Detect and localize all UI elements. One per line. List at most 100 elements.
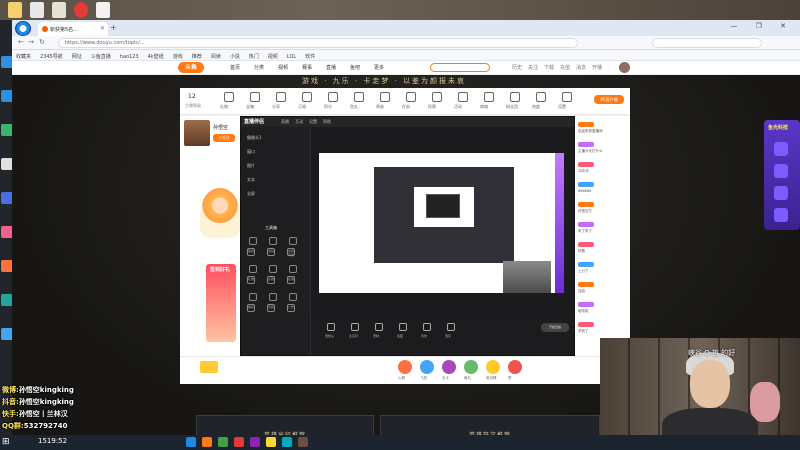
bookmark-item[interactable]: 热门 <box>249 54 259 60</box>
toolbar-icon[interactable] <box>224 92 234 102</box>
desktop-app-icon[interactable] <box>30 2 44 18</box>
bookmark-item[interactable]: 软件 <box>305 54 315 60</box>
site-nav-item[interactable]: 分类 <box>254 64 264 71</box>
taskbar-app-icon[interactable] <box>266 437 276 447</box>
bottom-tool-icon[interactable] <box>399 323 407 331</box>
new-tab-icon[interactable]: + <box>110 23 117 32</box>
refresh-icon[interactable]: ↻ <box>39 38 45 46</box>
taskbar-app-icon[interactable] <box>282 437 292 447</box>
site-nav-item[interactable]: 赛事 <box>302 64 312 71</box>
source-item[interactable]: 摄像头1 <box>247 135 262 141</box>
bookmark-item[interactable]: 4k壁纸 <box>148 54 164 60</box>
taskbar-app-icon[interactable] <box>186 437 196 447</box>
bookmark-item[interactable]: 斗鱼直播 <box>91 54 111 60</box>
anchor-avatar[interactable] <box>184 120 210 146</box>
bookmark-item[interactable]: 小说 <box>230 54 240 60</box>
taskbar-app-icon[interactable] <box>298 437 308 447</box>
desktop-app-icon[interactable] <box>52 2 66 18</box>
browser-tab[interactable]: 斩获第5名... ✕ <box>38 22 108 36</box>
site-nav-item[interactable]: 更多 <box>374 64 384 71</box>
toolbar-icon[interactable] <box>302 92 312 102</box>
toolbar-icon[interactable] <box>458 92 468 102</box>
header-icon-label[interactable]: 消息 <box>576 64 586 71</box>
site-nav-item[interactable]: 视频 <box>278 64 288 71</box>
bottom-tool-icon[interactable] <box>423 323 431 331</box>
header-icon-label[interactable]: 下载 <box>544 64 554 71</box>
activity-icon[interactable] <box>774 142 788 156</box>
inner-menu-item[interactable]: 设置 <box>309 119 317 125</box>
window-controls[interactable]: — ❐ ✕ <box>730 22 794 30</box>
gift-icon[interactable] <box>464 360 478 374</box>
toolbar-icon[interactable] <box>354 92 364 102</box>
gift-icon[interactable] <box>398 360 412 374</box>
forward-icon[interactable]: → <box>28 38 34 46</box>
gift-icon[interactable] <box>420 360 434 374</box>
bottom-tool-icon[interactable] <box>327 323 335 331</box>
bookmark-item[interactable]: 2345导航 <box>40 54 63 60</box>
mascot-image[interactable] <box>200 188 240 238</box>
checkin-gift-card[interactable]: 签到好礼 <box>206 264 236 342</box>
site-search-input[interactable] <box>430 63 490 72</box>
activity-icon[interactable] <box>774 208 788 222</box>
pc-client-button[interactable]: PC客户端 <box>594 95 624 104</box>
header-icon-label[interactable]: 关注 <box>528 64 538 71</box>
tool-icon[interactable] <box>249 293 257 301</box>
tool-icon[interactable] <box>269 265 277 273</box>
start-icon[interactable]: ⊞ <box>2 437 14 448</box>
taskbar-app-icon[interactable] <box>202 437 212 447</box>
back-icon[interactable]: ← <box>18 38 24 46</box>
toolbar-icon[interactable] <box>250 92 260 102</box>
header-icon-label[interactable]: 开播 <box>592 64 602 71</box>
toolbar-icon[interactable] <box>406 92 416 102</box>
desktop-app-icon[interactable] <box>96 2 110 18</box>
tool-icon[interactable] <box>269 237 277 245</box>
desktop-app-icon[interactable] <box>8 2 22 18</box>
source-item[interactable]: 图片 <box>247 163 255 169</box>
toolbar-icon[interactable] <box>536 92 546 102</box>
activity-strip[interactable]: 鱼光科技 <box>764 120 800 230</box>
anchor-name[interactable]: 孙悟空 <box>213 124 228 131</box>
toolbar-icon[interactable] <box>562 92 572 102</box>
tool-icon[interactable] <box>289 237 297 245</box>
source-item[interactable]: 文本 <box>247 177 255 183</box>
tool-icon[interactable] <box>289 265 297 273</box>
bookmark-item[interactable]: 网址 <box>72 54 82 60</box>
bookmark-item[interactable]: 推荐 <box>192 54 202 60</box>
tool-icon[interactable] <box>289 293 297 301</box>
source-item[interactable]: 全屏 <box>247 191 255 197</box>
source-item[interactable]: 窗口 <box>247 149 255 155</box>
toolbar-icon[interactable] <box>484 92 494 102</box>
gift-icon[interactable] <box>442 360 456 374</box>
bookmark-item[interactable]: LOL <box>287 54 296 60</box>
inner-menu-item[interactable]: 互动 <box>295 119 303 125</box>
close-tab-icon[interactable]: ✕ <box>100 25 105 32</box>
stream-video[interactable]: 直播伴侣 直播 互动 设置 帮助 摄像头1 窗口 图片 文本 全屏 工具箱 美颜 滤镜 虚拟背景礼… <box>240 116 575 356</box>
activity-icon[interactable] <box>774 186 788 200</box>
inner-menu-item[interactable]: 帮助 <box>323 119 331 125</box>
header-icon-label[interactable]: 历史 <box>512 64 522 71</box>
toolbar-icon[interactable] <box>276 92 286 102</box>
browser-logo-icon[interactable] <box>15 21 31 36</box>
gift-icon[interactable] <box>486 360 500 374</box>
toolbar-icon[interactable] <box>510 92 520 102</box>
inner-menu-item[interactable]: 直播 <box>281 119 289 125</box>
bookmark-item[interactable]: 收藏夹 <box>16 54 31 60</box>
taskbar-app-icon[interactable] <box>218 437 228 447</box>
bottom-tool-icon[interactable] <box>351 323 359 331</box>
bottom-tool-icon[interactable] <box>375 323 383 331</box>
user-avatar[interactable] <box>619 62 630 73</box>
gift-icon[interactable] <box>508 360 522 374</box>
tool-icon[interactable] <box>249 237 257 245</box>
taskbar-app-icon[interactable] <box>234 437 244 447</box>
toolbar-icon[interactable] <box>432 92 442 102</box>
follow-button[interactable]: +关注 <box>213 134 235 142</box>
taskbar-app-icon[interactable] <box>250 437 260 447</box>
site-nav-item[interactable]: 鱼吧 <box>350 64 360 71</box>
url-input[interactable]: https://www.douyu.com/topic/... <box>58 38 578 48</box>
gift-box-icon[interactable] <box>200 361 218 373</box>
tool-icon[interactable] <box>249 265 257 273</box>
start-live-button[interactable]: 开始直播 <box>541 323 569 332</box>
bookmark-item[interactable]: hao123 <box>120 54 139 60</box>
toolbar-icon[interactable] <box>380 92 390 102</box>
douyu-logo[interactable]: 斗鱼 <box>178 62 204 73</box>
